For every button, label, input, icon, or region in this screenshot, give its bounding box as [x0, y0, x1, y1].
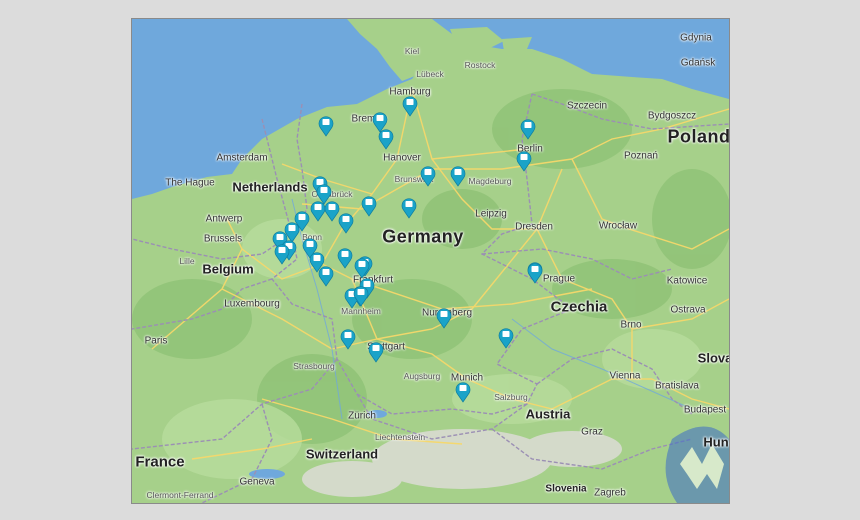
location-pin-icon[interactable]	[498, 327, 514, 349]
location-pin-icon[interactable]	[420, 165, 436, 187]
city-label: Ostrava	[670, 304, 706, 316]
location-pin-icon[interactable]	[520, 118, 536, 140]
city-label: Gdańsk	[680, 57, 716, 69]
location-pin-icon[interactable]	[353, 285, 369, 307]
location-pin-icon[interactable]	[274, 243, 290, 265]
city-label: Hanover	[383, 152, 421, 164]
country-label-austria: Austria	[525, 406, 571, 422]
city-label: Dresden	[515, 221, 553, 233]
country-label-luxembourg: Luxembourg	[224, 298, 280, 310]
city-label: Clermont-Ferrand	[146, 490, 214, 500]
location-pin-icon[interactable]	[338, 212, 354, 234]
location-pin-icon[interactable]	[318, 115, 334, 137]
city-label: Budapest	[683, 404, 727, 416]
country-label-germany: Germany	[382, 226, 464, 247]
country-label-belgium: Belgium	[202, 261, 254, 277]
city-label: Vienna	[609, 370, 641, 382]
city-label: Amsterdam	[216, 152, 268, 164]
country-label-hungary: Hun	[703, 434, 729, 450]
country-label-slovenia: Slovenia	[545, 483, 587, 495]
country-label-slovakia: Slova	[697, 350, 730, 366]
location-pin-icon[interactable]	[368, 341, 384, 363]
country-label-czechia: Czechia	[550, 298, 608, 316]
location-pin-icon[interactable]	[401, 197, 417, 219]
city-label: Antwerp	[205, 213, 243, 225]
city-label: Poznań	[624, 150, 658, 162]
location-pin-icon[interactable]	[318, 265, 334, 287]
city-label: Bydgoszcz	[647, 110, 697, 122]
city-label: Zürich	[348, 410, 376, 422]
city-label: Salzburg	[494, 392, 528, 402]
city-label: Lübeck	[416, 69, 444, 79]
city-label: Katowice	[666, 275, 708, 287]
city-label: Lille	[179, 256, 195, 266]
city-label: The Hague	[165, 177, 215, 189]
city-label: Augsburg	[403, 371, 441, 381]
city-label: Szczecin	[566, 100, 608, 112]
location-pin-icon[interactable]	[450, 165, 466, 187]
location-pin-icon[interactable]	[455, 381, 471, 403]
country-label-france: France	[135, 453, 185, 471]
country-label-liechtenstein: Liechtenstein	[374, 432, 426, 442]
city-label: Kiel	[404, 46, 420, 56]
city-label: Paris	[144, 335, 168, 347]
city-label: Leipzig	[475, 208, 507, 220]
city-label: Rostock	[464, 60, 496, 70]
city-label: Brussels	[203, 233, 243, 245]
location-pin-icon[interactable]	[516, 150, 532, 172]
city-label: Bratislava	[655, 380, 699, 392]
location-pin-icon[interactable]	[361, 195, 377, 217]
city-label: Gdynia	[680, 32, 712, 44]
city-label: Brno	[620, 319, 642, 331]
location-pin-icon[interactable]	[337, 247, 353, 269]
city-label: Wrocław	[598, 220, 638, 232]
city-label: Geneva	[239, 476, 275, 488]
location-pin-icon[interactable]	[340, 328, 356, 350]
city-label: Prague	[542, 273, 576, 285]
country-label-netherlands: Netherlands	[232, 179, 308, 195]
location-pin-icon[interactable]	[436, 307, 452, 329]
country-label-poland: Poland	[667, 126, 730, 147]
map-view[interactable]: Germany Poland Netherlands Belgium Czech…	[131, 18, 730, 504]
location-pin-icon[interactable]	[402, 95, 418, 117]
location-pin-icon[interactable]	[527, 262, 543, 284]
city-label: Magdeburg	[468, 176, 512, 186]
country-label-switzerland: Switzerland	[305, 446, 379, 462]
city-label: Zagreb	[594, 487, 626, 499]
location-pin-icon[interactable]	[378, 128, 394, 150]
city-label: Graz	[581, 426, 603, 438]
location-pin-icon[interactable]	[354, 257, 370, 279]
city-label: Strasbourg	[293, 361, 335, 371]
